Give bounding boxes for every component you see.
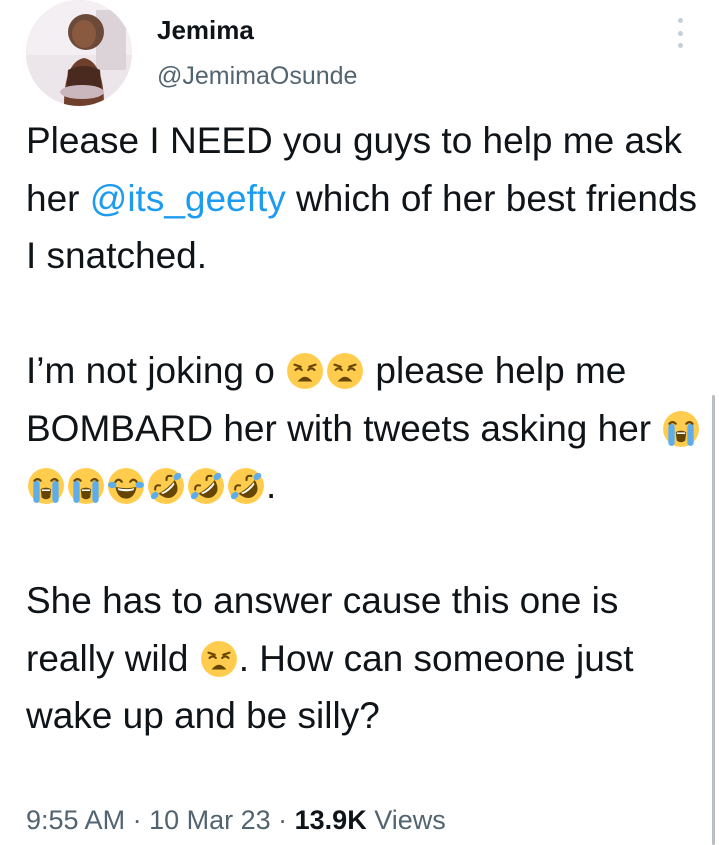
tweet-metadata: 9:55 AM · 10 Mar 23 · 13.9K Views — [26, 800, 446, 840]
mention-link[interactable]: @its_geefty — [90, 178, 286, 219]
tweet-paragraph: Please I NEED you guys to help me ask he… — [26, 120, 698, 276]
tweet-paragraph: She has to answer cause this one is real… — [26, 580, 634, 736]
more-vertical-icon — [677, 43, 683, 48]
author-handle[interactable]: @JemimaOsunde — [157, 60, 357, 92]
more-vertical-icon — [677, 18, 683, 23]
rolling-on-floor-laughing-emoji — [187, 467, 225, 505]
author-avatar[interactable] — [26, 0, 132, 106]
weary-face-emoji — [286, 352, 324, 390]
loudly-crying-face-emoji — [662, 410, 700, 448]
tweet-date[interactable]: 10 Mar 23 — [149, 805, 271, 835]
separator-dot: · — [270, 805, 295, 835]
scrollbar[interactable] — [712, 395, 715, 845]
views-label: Views — [366, 805, 446, 835]
face-with-tears-of-joy-emoji — [107, 467, 145, 505]
more-vertical-icon — [677, 30, 683, 36]
loudly-crying-face-emoji — [67, 467, 105, 505]
views-count: 13.9K — [294, 805, 367, 835]
tweet-text: Please I NEED you guys to help me ask he… — [26, 112, 706, 745]
author-name[interactable]: Jemima — [157, 14, 254, 46]
rolling-on-floor-laughing-emoji — [147, 467, 185, 505]
tweet-time[interactable]: 9:55 AM — [26, 805, 125, 835]
weary-face-emoji — [326, 352, 364, 390]
loudly-crying-face-emoji — [27, 467, 65, 505]
rolling-on-floor-laughing-emoji — [227, 467, 265, 505]
tweet-paragraph: I’m not joking o please help me BOMBARD … — [26, 342, 706, 515]
weary-face-emoji — [200, 640, 238, 678]
more-options-button[interactable] — [668, 18, 692, 48]
separator-dot: · — [125, 805, 150, 835]
